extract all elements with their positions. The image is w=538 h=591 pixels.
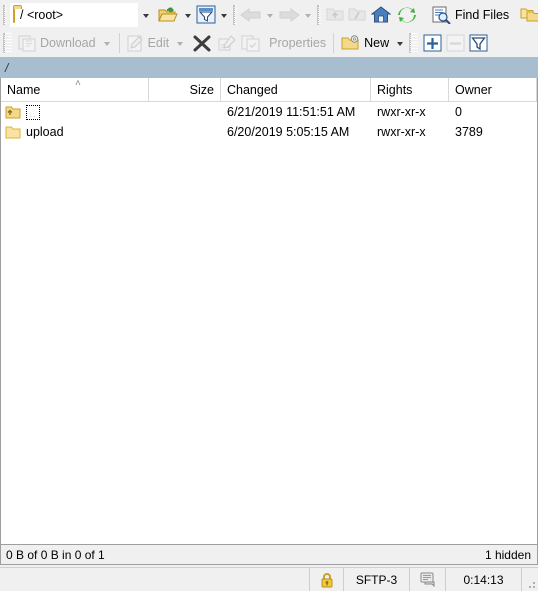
row-rights-cell: rwxr-xr-x xyxy=(377,105,426,119)
filter-select-icon[interactable] xyxy=(469,34,488,52)
column-header-rights[interactable]: Rights xyxy=(371,78,449,101)
address-bar[interactable]: / <root> xyxy=(10,2,138,27)
dir-toolbar-grip[interactable] xyxy=(317,4,321,25)
row-name-cell[interactable]: .. xyxy=(1,102,149,122)
row-rights-cell: rwxr-xr-x xyxy=(377,125,426,139)
folder-icon xyxy=(5,125,21,139)
table-row[interactable]: upload 6/20/2019 5:05:15 AM rwxr-xr-x 37… xyxy=(1,122,537,142)
column-header-name-label: Name xyxy=(7,82,41,97)
column-header-changed-label: Changed xyxy=(227,82,278,97)
ops-separator-2 xyxy=(333,33,335,53)
find-files-button[interactable]: Find Files xyxy=(428,3,512,26)
new-label: New xyxy=(364,36,390,50)
download-chevron-down-icon[interactable] xyxy=(103,42,110,46)
row-size-cell xyxy=(149,102,221,122)
selection-summary: 0 B of 0 B in 0 of 1 xyxy=(6,547,105,562)
protocol-label: SFTP-3 xyxy=(355,572,398,587)
address-dropdown-chevron-down-icon[interactable] xyxy=(143,13,149,18)
arrow-right-icon[interactable] xyxy=(278,7,300,22)
funnel-icon[interactable] xyxy=(196,5,216,24)
download-icon xyxy=(18,35,36,52)
row-size-cell xyxy=(149,122,221,142)
file-ops-grip[interactable] xyxy=(3,33,12,53)
column-header-size[interactable]: Size xyxy=(149,78,221,101)
row-owner-cell: 0 xyxy=(455,105,462,119)
address-bar-value: / <root> xyxy=(20,7,64,22)
folder-icon xyxy=(13,6,15,23)
folder-up-icon xyxy=(5,105,21,119)
status-message-area xyxy=(0,568,310,591)
duplicate-icon[interactable] xyxy=(241,35,260,52)
file-list-rows[interactable]: .. 6/21/2019 11:51:51 AM rwxr-xr-x 0 upl… xyxy=(1,102,537,544)
home-icon[interactable] xyxy=(370,6,392,23)
edit-chevron-down-icon[interactable] xyxy=(177,42,184,46)
forward-chevron-down-icon[interactable] xyxy=(305,13,311,18)
selection-toolbar-grip[interactable] xyxy=(409,33,419,53)
new-chevron-down-icon[interactable] xyxy=(397,42,404,46)
back-chevron-down-icon[interactable] xyxy=(267,13,273,18)
padlock-icon xyxy=(320,572,334,588)
find-files-icon xyxy=(431,6,451,25)
folder-up-icon[interactable] xyxy=(326,7,344,22)
row-name-cell[interactable]: upload xyxy=(1,122,149,142)
edit-button[interactable]: Edit xyxy=(124,32,173,55)
edit-icon xyxy=(127,35,144,52)
terminal-indicator[interactable] xyxy=(410,568,446,591)
arrow-left-icon[interactable] xyxy=(240,7,262,22)
table-row[interactable]: .. 6/21/2019 11:51:51 AM rwxr-xr-x 0 xyxy=(1,102,537,122)
file-list-header: Name ˄ Size Changed Rights Owner xyxy=(1,78,537,102)
delete-x-icon[interactable] xyxy=(192,35,212,52)
current-path-bar[interactable]: / xyxy=(0,58,538,78)
edit-label: Edit xyxy=(147,36,170,50)
download-label: Download xyxy=(40,36,96,50)
application-status-bar: SFTP-3 0:14:13 xyxy=(0,567,538,591)
plus-box-icon[interactable] xyxy=(423,34,442,52)
address-toolbar: / <root> Find Files xyxy=(0,0,538,29)
folder-open-icon[interactable] xyxy=(158,7,178,22)
new-folder-icon xyxy=(341,35,360,51)
nav-toolbar-grip[interactable] xyxy=(233,4,237,25)
download-button[interactable]: Download xyxy=(15,32,99,55)
filter-chevron-down-icon[interactable] xyxy=(221,13,227,18)
rename-icon[interactable]: ab xyxy=(218,34,237,52)
column-header-rights-label: Rights xyxy=(377,82,413,97)
properties-label: Properties xyxy=(269,36,327,50)
folder-root-icon[interactable] xyxy=(348,7,366,22)
properties-button[interactable]: Properties xyxy=(262,32,329,55)
find-files-label: Find Files xyxy=(455,7,510,22)
open-directory-chevron-down-icon[interactable] xyxy=(185,13,191,18)
ops-separator-1 xyxy=(118,33,120,53)
column-header-size-label: Size xyxy=(189,82,214,97)
terminal-icon xyxy=(420,572,436,588)
row-changed-cell: 6/20/2019 5:05:15 AM xyxy=(227,125,350,139)
parent-directory-label: .. xyxy=(26,104,40,120)
file-list[interactable]: Name ˄ Size Changed Rights Owner .. 6/21… xyxy=(0,78,538,544)
new-button[interactable]: New xyxy=(338,32,392,55)
session-duration-label: 0:14:13 xyxy=(463,572,504,587)
column-header-name[interactable]: Name ˄ xyxy=(1,78,149,101)
folder-sync-icon[interactable] xyxy=(520,7,538,23)
current-path-text: / xyxy=(5,61,9,75)
sort-ascending-caret-icon: ˄ xyxy=(75,78,81,89)
hidden-files-count: 1 hidden xyxy=(484,547,531,562)
file-operations-toolbar: Download Edit ab xyxy=(0,29,538,58)
column-header-changed[interactable]: Changed xyxy=(221,78,371,101)
file-name-label: upload xyxy=(26,125,64,139)
encryption-status[interactable] xyxy=(310,568,344,591)
column-header-owner[interactable]: Owner xyxy=(449,78,537,101)
winscp-remote-panel: / <root> Find Files Download Edit Proper… xyxy=(0,0,538,591)
session-duration[interactable]: 0:14:13 xyxy=(446,568,522,591)
minus-box-icon[interactable] xyxy=(446,34,465,52)
protocol-indicator[interactable]: SFTP-3 xyxy=(344,568,410,591)
row-changed-cell: 6/21/2019 11:51:51 AM xyxy=(227,105,356,119)
resize-grip-icon[interactable] xyxy=(522,568,538,591)
refresh-icon[interactable] xyxy=(397,6,417,24)
column-header-owner-label: Owner xyxy=(455,82,492,97)
row-owner-cell: 3789 xyxy=(455,125,483,139)
toolbar-grip[interactable] xyxy=(3,4,7,25)
file-list-status-bar: 0 B of 0 B in 0 of 1 1 hidden xyxy=(0,544,538,565)
